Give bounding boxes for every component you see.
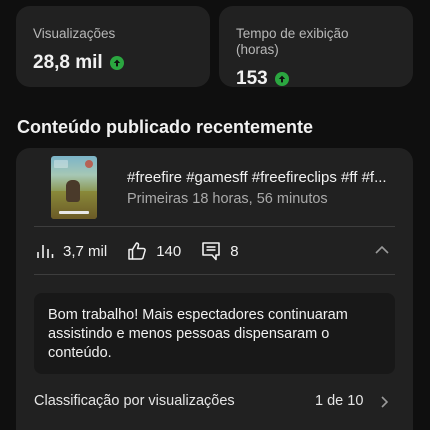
- views-label: Visualizações: [33, 26, 116, 41]
- divider: [34, 274, 395, 275]
- ranking-label: Classificação por visualizações: [34, 393, 235, 409]
- likes-metric: 140: [127, 241, 181, 261]
- video-thumbnail[interactable]: [51, 156, 97, 219]
- watch-time-stat-card[interactable]: Tempo de exibição (horas) 153: [219, 6, 413, 89]
- views-metric-value: 3,7 mil: [63, 242, 108, 260]
- watch-time-label: Tempo de exibição (horas): [236, 26, 349, 57]
- arrow-up-icon: [109, 56, 124, 70]
- comments-metric: 8: [201, 241, 239, 261]
- chevron-right-icon[interactable]: [380, 395, 390, 409]
- section-title: Conteúdo publicado recentemente: [17, 117, 314, 137]
- divider: [34, 226, 395, 227]
- ranking-value: 1 de 10: [315, 393, 364, 409]
- watch-time-value: 153: [236, 68, 268, 89]
- views-stat-card[interactable]: Visualizações 28,8 mil: [16, 6, 210, 87]
- feedback-text: Bom trabalho! Mais espectadores continua…: [48, 307, 348, 361]
- video-subtitle: Primeiras 18 horas, 56 minutos: [127, 191, 328, 207]
- feedback-box: Bom trabalho! Mais espectadores continua…: [34, 293, 395, 374]
- views-value: 28,8 mil: [33, 52, 103, 73]
- comments-metric-value: 8: [230, 242, 239, 260]
- chevron-up-icon[interactable]: [374, 244, 390, 256]
- bar-chart-icon: [37, 245, 54, 258]
- views-metric: 3,7 mil: [36, 242, 107, 260]
- comment-icon: [202, 242, 221, 261]
- thumbs-up-icon: [128, 242, 147, 260]
- likes-metric-value: 140: [156, 242, 182, 260]
- ranking-row[interactable]: Classificação por visualizações 1 de 10: [34, 391, 395, 413]
- video-title[interactable]: #freefire #gamesff #freefireclips #ff #f…: [127, 169, 397, 187]
- arrow-up-icon: [274, 72, 289, 86]
- analytics-page: Visualizações 28,8 mil Tempo de exibição…: [0, 0, 430, 430]
- metrics-row: 3,7 mil 140 8: [36, 240, 259, 262]
- recent-content-card: #freefire #gamesff #freefireclips #ff #f…: [16, 148, 413, 430]
